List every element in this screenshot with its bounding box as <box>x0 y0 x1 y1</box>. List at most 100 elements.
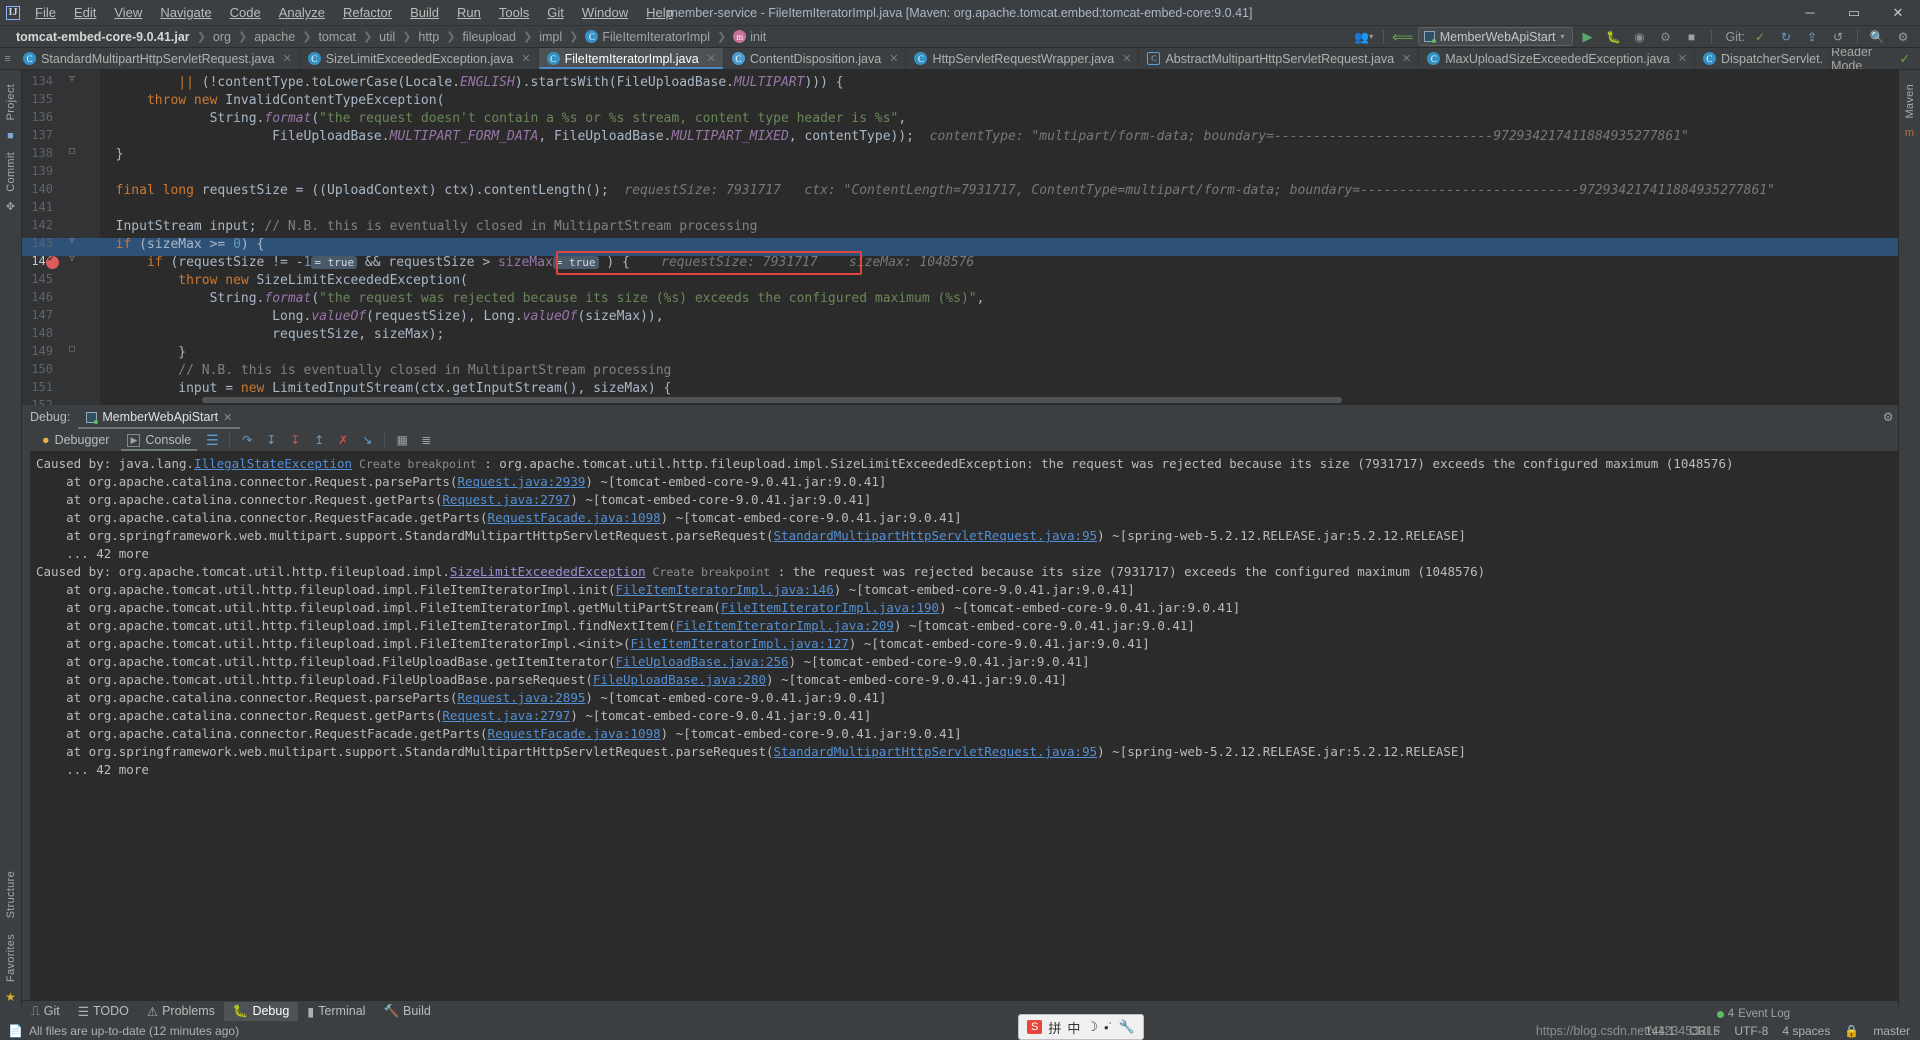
breadcrumb-item-org[interactable]: org <box>211 30 233 44</box>
stacktrace-link[interactable]: Request.java:2939 <box>457 474 585 489</box>
stacktrace-link[interactable]: Request.java:2797 <box>442 492 570 507</box>
update-icon[interactable]: ↻ <box>1775 27 1797 47</box>
stop-icon[interactable]: ■ <box>1681 27 1703 47</box>
ime-tool-icon[interactable]: 🔧 <box>1119 1019 1135 1035</box>
close-icon[interactable]: ✕ <box>521 52 530 65</box>
run-configuration-selector[interactable]: MemberWebApiStart ▾ <box>1418 27 1573 46</box>
debug-button[interactable]: 🐛 <box>1603 27 1625 47</box>
history-icon[interactable]: ↺ <box>1827 27 1849 47</box>
fold-icon[interactable]: ▽ <box>66 254 78 264</box>
tool-strip-maven[interactable]: Maven <box>1904 76 1916 127</box>
scrollbar-thumb-h[interactable] <box>202 397 1342 403</box>
tool-button-todo[interactable]: ☰ TODO <box>69 1002 138 1021</box>
ime-status-widget[interactable]: S 拼 中 ☽ •˙ 🔧 <box>1018 1014 1144 1040</box>
ime-lang[interactable]: 中 <box>1067 1018 1080 1037</box>
run-to-cursor-icon[interactable]: ↘ <box>356 430 378 450</box>
breadcrumb-item-http[interactable]: http <box>416 30 441 44</box>
console-output[interactable]: Caused by: java.lang.IllegalStateExcepti… <box>30 451 1920 1000</box>
tool-button-problems[interactable]: ⚠ Problems <box>138 1002 224 1021</box>
fold-icon[interactable]: □ <box>66 146 78 156</box>
menu-file[interactable]: File <box>26 2 65 23</box>
force-step-into-icon[interactable]: ↧ <box>284 430 306 450</box>
editor-tab-4[interactable]: C HttpServletRequestWrapper.java ✕ <box>906 48 1139 69</box>
close-icon[interactable]: ✕ <box>223 411 232 424</box>
breadcrumb-item-tomcat[interactable]: tomcat <box>316 30 358 44</box>
step-into-icon[interactable]: ↧ <box>260 430 282 450</box>
list-icon[interactable]: ≣ <box>415 430 437 450</box>
menu-view[interactable]: View <box>105 2 151 23</box>
editor-tab-6[interactable]: C MaxUploadSizeExceededException.java ✕ <box>1419 48 1695 69</box>
close-icon[interactable]: ✕ <box>1122 52 1131 65</box>
step-over-icon[interactable]: ↷ <box>236 430 258 450</box>
tool-strip-favorites[interactable]: Favorites <box>5 926 17 990</box>
editor-tab-2-active[interactable]: C FileItemIteratorImpl.java ✕ <box>539 48 724 69</box>
close-button[interactable]: ✕ <box>1876 0 1920 26</box>
branch-indicator[interactable]: master <box>1873 1024 1910 1038</box>
ime-mode[interactable]: 拼 <box>1048 1018 1061 1037</box>
editor-horizontal-scrollbar[interactable] <box>200 395 1909 405</box>
indent-setting[interactable]: 4 spaces <box>1782 1024 1830 1038</box>
reader-mode-indicator[interactable]: Reader Mode ✓ <box>1831 48 1920 69</box>
menu-tools[interactable]: Tools <box>490 2 538 23</box>
drop-frame-icon[interactable]: ✗ <box>332 430 354 450</box>
editor-tab-0[interactable]: C StandardMultipartHttpServletRequest.ja… <box>15 48 300 69</box>
layout-icon[interactable]: ☰ <box>201 430 223 450</box>
stacktrace-link[interactable]: FileItemIteratorImpl.java:127 <box>631 636 849 651</box>
stacktrace-link[interactable]: RequestFacade.java:1098 <box>488 510 661 525</box>
maximize-button[interactable]: ▭ <box>1832 0 1876 26</box>
menu-analyze[interactable]: Analyze <box>270 2 334 23</box>
menu-window[interactable]: Window <box>573 2 637 23</box>
close-icon[interactable]: ✕ <box>889 52 898 65</box>
stacktrace-link[interactable]: Request.java:2895 <box>457 690 585 705</box>
ime-moon-icon[interactable]: ☽ <box>1086 1019 1098 1035</box>
back-arrow-icon[interactable]: ⟸ <box>1392 27 1414 47</box>
stacktrace-link[interactable]: StandardMultipartHttpServletRequest.java… <box>774 528 1098 543</box>
stacktrace-link[interactable]: FileUploadBase.java:280 <box>593 672 766 687</box>
fold-icon[interactable]: □ <box>66 344 78 354</box>
lock-icon[interactable]: 🔒 <box>1844 1024 1859 1038</box>
stacktrace-link[interactable]: FileItemIteratorImpl.java:190 <box>721 600 939 615</box>
menu-build[interactable]: Build <box>401 2 448 23</box>
editor-tab-1[interactable]: C SizeLimitExceededException.java ✕ <box>300 48 539 69</box>
run-button[interactable]: ▶ <box>1577 27 1599 47</box>
stacktrace-link[interactable]: Request.java:2797 <box>442 708 570 723</box>
tool-button-terminal[interactable]: ▮ Terminal <box>298 1002 374 1021</box>
menu-code[interactable]: Code <box>221 2 270 23</box>
breadcrumb-item-fileupload[interactable]: fileupload <box>460 30 518 44</box>
breadcrumb-item-jar[interactable]: tomcat-embed-core-9.0.41.jar <box>14 30 192 44</box>
stacktrace-link[interactable]: FileItemIteratorImpl.java:146 <box>615 582 833 597</box>
editor-tab-7[interactable]: C DispatcherServlet. <box>1695 48 1831 69</box>
menu-git[interactable]: Git <box>538 2 573 23</box>
event-log-indicator[interactable]: 4 Event Log <box>1717 1008 1790 1020</box>
stacktrace-link[interactable]: IllegalStateException <box>194 456 352 471</box>
breadcrumb-item-apache[interactable]: apache <box>252 30 297 44</box>
menu-edit[interactable]: Edit <box>65 2 105 23</box>
editor-tab-3[interactable]: C ContentDisposition.java ✕ <box>724 48 907 69</box>
close-icon[interactable]: ✕ <box>707 52 716 65</box>
editor-tab-5[interactable]: C AbstractMultipartHttpServletRequest.ja… <box>1139 48 1419 69</box>
stacktrace-link[interactable]: FileUploadBase.java:256 <box>615 654 788 669</box>
profiler-icon[interactable]: ⚙ <box>1655 27 1677 47</box>
stacktrace-link[interactable]: FileItemIteratorImpl.java:209 <box>676 618 894 633</box>
menu-help[interactable]: Help <box>637 2 682 23</box>
encoding[interactable]: UTF-8 <box>1734 1024 1768 1038</box>
close-icon[interactable]: ✕ <box>283 52 292 65</box>
breakpoint-icon[interactable] <box>46 256 59 269</box>
tool-button-debug[interactable]: 🐛 Debug <box>224 1002 298 1021</box>
tool-strip-project[interactable]: Project <box>5 76 17 128</box>
tab-console[interactable]: ▶ Console <box>119 431 199 449</box>
ime-dots-icon[interactable]: •˙ <box>1104 1020 1113 1035</box>
stacktrace-link[interactable]: SizeLimitExceededException <box>450 564 646 579</box>
breadcrumb-item-class[interactable]: C FileItemIteratorImpl <box>583 30 712 44</box>
tool-button-build[interactable]: 🔨 Build <box>374 1002 439 1021</box>
stacktrace-link[interactable]: StandardMultipartHttpServletRequest.java… <box>774 744 1098 759</box>
minimize-button[interactable]: ─ <box>1788 0 1832 26</box>
evaluate-icon[interactable]: ▦ <box>391 430 413 450</box>
code-editor[interactable]: 134 135 136 137 138 139 140 141 142 143 … <box>0 70 1920 405</box>
users-icon[interactable]: 👥▾ <box>1353 27 1375 47</box>
tool-strip-structure[interactable]: Structure <box>5 863 17 926</box>
gear-icon[interactable]: ⚙ <box>1883 410 1894 424</box>
tool-strip-commit[interactable]: Commit <box>5 144 17 200</box>
fold-icon[interactable]: ▽ <box>66 74 78 84</box>
menu-refactor[interactable]: Refactor <box>334 2 401 23</box>
